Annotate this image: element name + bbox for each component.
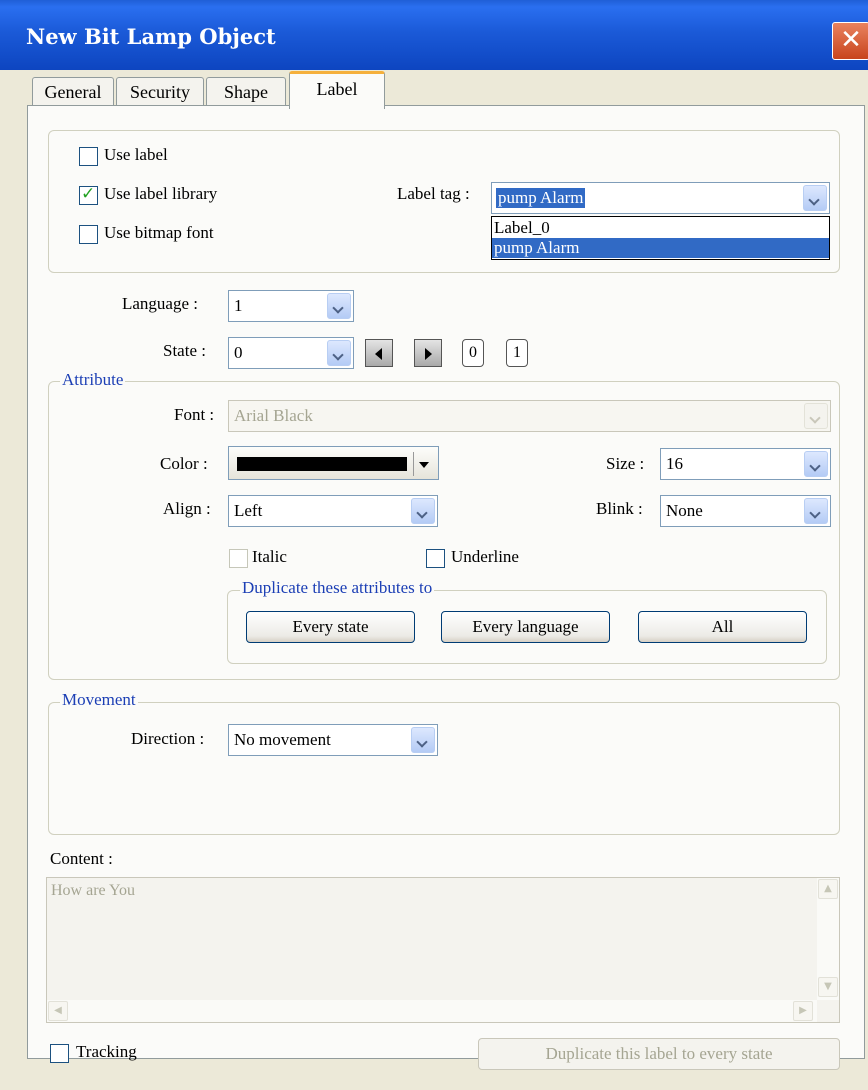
direction-value: No movement (234, 730, 331, 749)
blink-value: None (666, 501, 703, 520)
chevron-down-icon[interactable] (327, 293, 351, 319)
language-caption: Language : (122, 294, 198, 313)
scroll-left-icon[interactable]: ◀ (48, 1001, 68, 1021)
state-select[interactable]: 0 (228, 337, 354, 369)
use-label-checkbox[interactable] (79, 147, 98, 166)
language-value: 1 (234, 296, 243, 315)
label-tag-caption: Label tag : (397, 184, 470, 203)
color-picker-divider (413, 452, 414, 476)
label-tag-value: pump Alarm (496, 188, 586, 208)
movement-group (48, 702, 840, 835)
italic-checkbox[interactable] (229, 549, 248, 568)
attribute-legend: Attribute (60, 370, 126, 390)
chevron-down-icon[interactable] (804, 451, 828, 477)
state-0-button[interactable]: 0 (462, 339, 484, 367)
close-icon: ✕ (840, 25, 862, 55)
tab-shape[interactable]: Shape (206, 77, 286, 106)
content-text: How are You (51, 882, 135, 899)
underline-text: Underline (451, 547, 519, 566)
align-value: Left (234, 501, 263, 520)
chevron-down-icon[interactable] (327, 340, 351, 366)
duplicate-label-button[interactable]: Duplicate this label to every state (478, 1038, 840, 1070)
font-value: Arial Black (234, 406, 313, 425)
movement-legend: Movement (60, 690, 138, 710)
every-language-button[interactable]: Every language (441, 611, 610, 643)
previous-state-button[interactable] (365, 339, 393, 367)
every-state-button[interactable]: Every state (246, 611, 415, 643)
blink-caption: Blink : (596, 499, 643, 518)
next-state-button[interactable] (414, 339, 442, 367)
tab-general[interactable]: General (32, 77, 114, 106)
use-label-library-checkbox[interactable] (79, 184, 98, 205)
language-select[interactable]: 1 (228, 290, 354, 322)
left-arrow-icon (375, 348, 382, 360)
right-arrow-icon (425, 348, 432, 360)
italic-text: Italic (252, 547, 287, 566)
tab-shape-label: Shape (224, 82, 268, 102)
tab-label[interactable]: Label (289, 71, 385, 109)
tab-general-label: General (44, 82, 102, 102)
state-caption: State : (163, 341, 206, 360)
chevron-down-icon[interactable] (804, 498, 828, 524)
state-value: 0 (234, 343, 243, 362)
size-select[interactable]: 16 (660, 448, 831, 480)
tab-label-label: Label (316, 79, 358, 99)
align-select[interactable]: Left (228, 495, 438, 527)
color-swatch (237, 457, 407, 471)
scroll-up-icon[interactable]: ▲ (818, 879, 838, 899)
scroll-right-icon[interactable]: ▶ (793, 1001, 813, 1021)
duplicate-attributes-legend: Duplicate these attributes to (240, 578, 435, 598)
blink-select[interactable]: None (660, 495, 831, 527)
chevron-down-icon[interactable] (411, 498, 435, 524)
all-button[interactable]: All (638, 611, 807, 643)
window-title: New Bit Lamp Object (26, 24, 276, 49)
color-picker[interactable] (228, 446, 439, 480)
use-label-text: Use label (104, 145, 168, 164)
font-select[interactable]: Arial Black (228, 400, 831, 432)
use-bitmap-font-checkbox[interactable] (79, 225, 98, 244)
dropdown-option-label-0[interactable]: Label_0 (492, 218, 829, 238)
content-textarea[interactable]: How are You ▲ ▼ ◀ ▶ (46, 877, 840, 1023)
close-button[interactable]: ✕ (832, 22, 868, 60)
tracking-checkbox[interactable] (50, 1044, 69, 1063)
scroll-down-icon[interactable]: ▼ (818, 977, 838, 997)
size-caption: Size : (606, 454, 645, 473)
font-caption: Font : (174, 405, 215, 424)
state-1-button[interactable]: 1 (506, 339, 528, 367)
horizontal-scrollbar[interactable]: ◀ ▶ (47, 1000, 817, 1022)
label-tag-select[interactable]: pump Alarm (491, 182, 830, 214)
direction-select[interactable]: No movement (228, 724, 438, 756)
color-caption: Color : (160, 454, 208, 473)
chevron-down-icon[interactable] (411, 727, 435, 753)
use-bitmap-font-text: Use bitmap font (104, 223, 214, 242)
underline-checkbox[interactable] (426, 549, 445, 568)
size-value: 16 (666, 454, 683, 473)
content-caption: Content : (50, 849, 113, 868)
dropdown-option-pump-alarm[interactable]: pump Alarm (492, 238, 829, 258)
vertical-scrollbar[interactable]: ▲ ▼ (817, 878, 839, 1000)
label-tag-dropdown-list: Label_0 pump Alarm (491, 216, 830, 260)
chevron-down-icon[interactable] (803, 185, 827, 211)
chevron-down-icon (804, 403, 828, 429)
tracking-text: Tracking (76, 1042, 137, 1061)
tab-security[interactable]: Security (116, 77, 204, 106)
use-label-library-text: Use label library (104, 184, 218, 203)
tab-security-label: Security (130, 82, 190, 102)
direction-caption: Direction : (131, 729, 205, 748)
align-caption: Align : (163, 499, 211, 518)
title-bar: New Bit Lamp Object ✕ (0, 0, 868, 70)
caret-down-icon (419, 462, 429, 468)
